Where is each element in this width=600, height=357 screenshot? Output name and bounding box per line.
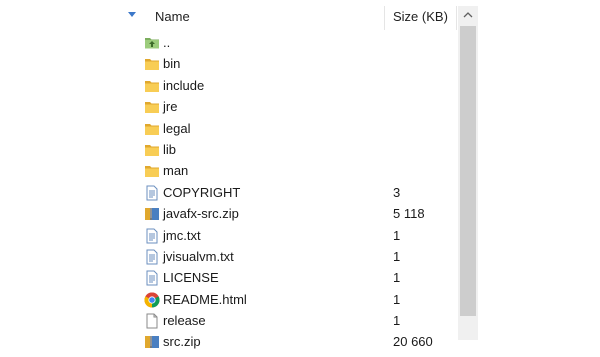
item-size: 1 (393, 270, 401, 286)
list-item-file[interactable]: jmc.txt 1 (110, 225, 458, 246)
list-item-folder[interactable]: bin (110, 53, 458, 74)
column-header: Name Size (KB) (110, 6, 458, 30)
file-icon (144, 185, 160, 201)
item-size: 3 (393, 184, 401, 200)
list-item-file[interactable]: release 1 (110, 310, 458, 331)
list-item-file[interactable]: javafx-src.zip 5 118 (110, 203, 458, 224)
item-size: 5 118 (393, 206, 425, 222)
column-name-header[interactable]: Name (155, 9, 190, 24)
list-item-file[interactable]: COPYRIGHT 3 (110, 182, 458, 203)
item-size: 1 (393, 248, 401, 264)
list-item-file[interactable]: README.html 1 (110, 289, 458, 310)
text-file-icon (144, 228, 160, 244)
chevron-up-icon (463, 12, 473, 18)
vertical-scrollbar[interactable] (458, 6, 478, 340)
sort-descending-icon[interactable] (128, 12, 136, 17)
file-list: .. bin include jre legal lib man COPYRIG… (110, 32, 458, 353)
item-name: jvisualvm.txt (163, 248, 234, 264)
item-name: LICENSE (163, 270, 219, 286)
list-item-folder[interactable]: lib (110, 139, 458, 160)
item-name: .. (163, 35, 171, 50)
scroll-thumb[interactable] (460, 26, 476, 316)
item-size: 1 (393, 227, 401, 243)
chrome-html-icon (144, 292, 160, 308)
column-size-header[interactable]: Size (KB) (393, 9, 448, 24)
item-name: release (163, 313, 206, 329)
file-list-panel: Name Size (KB) .. bin include jre legal … (110, 0, 480, 349)
column-divider[interactable] (384, 6, 385, 30)
list-item-folder[interactable]: include (110, 75, 458, 96)
item-size: 20 660 (393, 334, 433, 350)
folder-icon (144, 99, 160, 115)
item-name: jre (163, 99, 178, 115)
item-name: include (163, 77, 205, 93)
item-size: 1 (393, 313, 401, 329)
item-name: jmc.txt (163, 227, 201, 243)
list-item-parent[interactable]: .. (110, 32, 458, 53)
file-icon (144, 270, 160, 286)
item-size: 1 (393, 291, 401, 307)
item-name: COPYRIGHT (163, 184, 241, 200)
text-file-icon (144, 249, 160, 265)
item-name: man (163, 163, 189, 179)
item-name: javafx-src.zip (163, 206, 239, 222)
column-divider[interactable] (456, 6, 457, 30)
list-item-folder[interactable]: jre (110, 96, 458, 117)
item-name: bin (163, 56, 181, 72)
scroll-up-button[interactable] (458, 6, 478, 24)
folder-icon (144, 121, 160, 137)
folder-icon (144, 163, 160, 179)
blank-file-icon (144, 313, 160, 329)
parent-folder-icon (144, 35, 160, 51)
folder-icon (144, 142, 160, 158)
item-name: legal (163, 120, 191, 136)
folder-icon (144, 56, 160, 72)
zip-archive-icon (144, 334, 160, 350)
item-name: README.html (163, 291, 247, 307)
list-item-folder[interactable]: legal (110, 118, 458, 139)
list-item-folder[interactable]: man (110, 160, 458, 181)
item-name: lib (163, 141, 177, 157)
list-item-file[interactable]: src.zip 20 660 (110, 331, 458, 352)
item-name: src.zip (163, 334, 201, 350)
zip-archive-icon (144, 206, 160, 222)
list-item-file[interactable]: jvisualvm.txt 1 (110, 246, 458, 267)
folder-icon (144, 78, 160, 94)
list-item-file[interactable]: LICENSE 1 (110, 267, 458, 288)
